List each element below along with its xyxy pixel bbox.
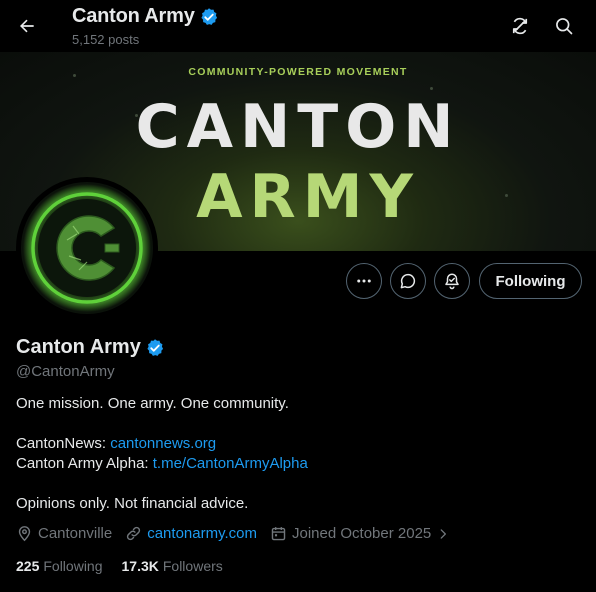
- bio-alpha-label: Canton Army Alpha:: [16, 455, 149, 472]
- bio-disclaimer: Opinions only. Not financial advice.: [16, 495, 249, 512]
- header-title-row: Canton Army: [72, 5, 219, 28]
- profile-handle: @CantonArmy: [16, 363, 115, 380]
- followers-label[interactable]: Followers: [163, 558, 223, 574]
- search-icon: [556, 18, 573, 35]
- bio-news-link[interactable]: cantonnews.org: [110, 435, 216, 452]
- profile-meta-row: Cantonville cantonarmy.com Joined Octobe…: [16, 525, 463, 542]
- message-button[interactable]: [390, 263, 426, 299]
- website-item: cantonarmy.com: [125, 525, 257, 542]
- banner-title-line1: CANTON: [135, 92, 461, 162]
- header-title: Canton Army: [72, 5, 195, 27]
- back-button[interactable]: [10, 9, 44, 43]
- website-link[interactable]: cantonarmy.com: [147, 525, 257, 542]
- profile-name: Canton Army: [16, 336, 141, 358]
- canton-logo-icon: [23, 184, 151, 312]
- posts-count: 5,152 posts: [72, 32, 140, 47]
- bio-line: One mission. One army. One community.: [16, 395, 289, 412]
- notifications-button[interactable]: [434, 263, 470, 299]
- joined-text: Joined October 2025: [291, 525, 432, 542]
- top-bar: Canton Army 5,152 posts: [0, 0, 596, 52]
- bio-alpha-line: Canton Army Alpha: t.me/CantonArmyAlpha: [16, 455, 308, 472]
- bio-news-label: CantonNews:: [16, 435, 107, 452]
- more-icon: [357, 279, 371, 283]
- bio-news-line: CantonNews: cantonnews.org: [16, 435, 216, 452]
- profile-name-row: Canton Army: [16, 336, 165, 359]
- following-button[interactable]: Following: [479, 263, 582, 299]
- back-arrow-icon: [20, 19, 34, 33]
- location-icon: [18, 526, 31, 542]
- follow-counts: 225 Following 17.3K Followers: [16, 558, 242, 574]
- location-item: Cantonville: [16, 525, 112, 542]
- message-icon: [400, 273, 416, 289]
- following-label[interactable]: Following: [43, 558, 102, 574]
- more-button[interactable]: [346, 263, 382, 299]
- profile-avatar[interactable]: [16, 177, 158, 319]
- refresh-icon: [512, 17, 528, 35]
- banner-tagline: COMMUNITY-POWERED MOVEMENT: [188, 66, 408, 78]
- joined-item[interactable]: Joined October 2025: [270, 525, 450, 542]
- notification-bell-icon: [445, 273, 459, 290]
- verified-badge-icon[interactable]: [145, 338, 165, 358]
- verified-badge-icon: [201, 7, 217, 25]
- calendar-icon: [271, 527, 286, 541]
- followers-count[interactable]: 17.3K: [122, 558, 159, 574]
- banner-sparkle: [430, 87, 433, 90]
- chevron-right-icon: [440, 528, 447, 539]
- followed-by-avatars: [20, 586, 60, 592]
- following-count[interactable]: 225: [16, 558, 39, 574]
- refresh-button[interactable]: [503, 9, 537, 43]
- search-button[interactable]: [547, 9, 581, 43]
- bio-alpha-link[interactable]: t.me/CantonArmyAlpha: [153, 455, 308, 472]
- link-icon: [127, 526, 141, 541]
- avatar-image: [21, 182, 153, 314]
- location-text: Cantonville: [38, 525, 113, 542]
